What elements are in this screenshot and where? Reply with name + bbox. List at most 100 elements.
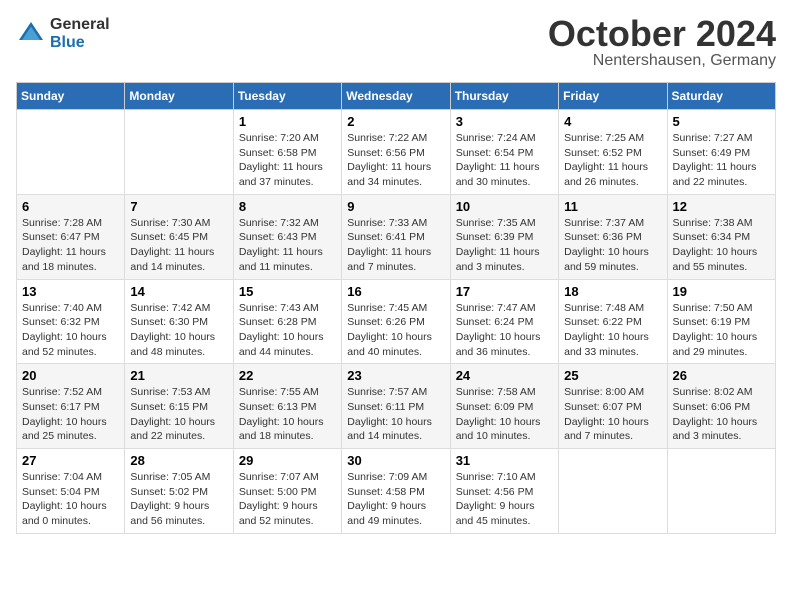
day-detail: Sunrise: 7:57 AM Sunset: 6:11 PM Dayligh… xyxy=(347,385,444,444)
day-detail: Sunrise: 7:52 AM Sunset: 6:17 PM Dayligh… xyxy=(22,385,119,444)
day-number: 19 xyxy=(673,284,770,299)
day-number: 18 xyxy=(564,284,661,299)
weekday-header: Monday xyxy=(125,83,233,110)
day-number: 26 xyxy=(673,368,770,383)
calendar-week-row: 6 Sunrise: 7:28 AM Sunset: 6:47 PM Daylig… xyxy=(17,194,776,279)
day-number: 30 xyxy=(347,453,444,468)
day-detail: Sunrise: 7:48 AM Sunset: 6:22 PM Dayligh… xyxy=(564,301,661,360)
day-detail: Sunrise: 8:00 AM Sunset: 6:07 PM Dayligh… xyxy=(564,385,661,444)
calendar-cell: 20Sunrise: 7:52 AM Sunset: 6:17 PM Dayli… xyxy=(17,364,125,449)
calendar-cell: 3Sunrise: 7:24 AM Sunset: 6:54 PM Daylig… xyxy=(450,110,558,195)
title-block: October 2024 Nentershausen, Germany xyxy=(548,16,776,70)
day-detail: Sunrise: 7:37 AM Sunset: 6:36 PM Dayligh… xyxy=(564,216,661,275)
day-detail: Sunrise: 7:47 AM Sunset: 6:24 PM Dayligh… xyxy=(456,301,553,360)
day-detail: Sunrise: 7:45 AM Sunset: 6:26 PM Dayligh… xyxy=(347,301,444,360)
day-detail: Sunrise: 7:09 AM Sunset: 4:58 PM Dayligh… xyxy=(347,470,444,529)
day-detail: Sunrise: 7:28 AM Sunset: 6:47 PM Dayligh… xyxy=(22,216,119,275)
calendar-cell: 19 Sunrise: 7:50 AM Sunset: 6:19 PM Dayli… xyxy=(667,279,775,364)
calendar-cell: 7Sunrise: 7:30 AM Sunset: 6:45 PM Daylig… xyxy=(125,194,233,279)
day-detail: Sunrise: 7:04 AM Sunset: 5:04 PM Dayligh… xyxy=(22,470,119,529)
day-number: 14 xyxy=(130,284,227,299)
calendar-week-row: 27 Sunrise: 7:04 AM Sunset: 5:04 PM Dayli… xyxy=(17,449,776,534)
calendar-cell: 27 Sunrise: 7:04 AM Sunset: 5:04 PM Dayli… xyxy=(17,449,125,534)
calendar-subtitle: Nentershausen, Germany xyxy=(548,52,776,70)
day-number: 11 xyxy=(564,199,661,214)
day-detail: Sunrise: 7:22 AM Sunset: 6:56 PM Dayligh… xyxy=(347,131,444,190)
page-header: General Blue October 2024 Nentershausen,… xyxy=(16,16,776,70)
day-detail: Sunrise: 7:55 AM Sunset: 6:13 PM Dayligh… xyxy=(239,385,336,444)
day-number: 6 xyxy=(22,199,119,214)
day-number: 2 xyxy=(347,114,444,129)
day-number: 4 xyxy=(564,114,661,129)
calendar-cell: 22 Sunrise: 7:55 AM Sunset: 6:13 PM Dayli… xyxy=(233,364,341,449)
day-detail: Sunrise: 7:27 AM Sunset: 6:49 PM Dayligh… xyxy=(673,131,770,190)
weekday-header: Friday xyxy=(559,83,667,110)
calendar-cell: 23 Sunrise: 7:57 AM Sunset: 6:11 PM Dayli… xyxy=(342,364,450,449)
logo-general: General xyxy=(50,16,110,34)
day-number: 27 xyxy=(22,453,119,468)
calendar-cell: 5 Sunrise: 7:27 AM Sunset: 6:49 PM Daylig… xyxy=(667,110,775,195)
day-number: 1 xyxy=(239,114,336,129)
logo: General Blue xyxy=(16,16,110,51)
calendar-cell: 29 Sunrise: 7:07 AM Sunset: 5:00 PM Dayli… xyxy=(233,449,341,534)
day-detail: Sunrise: 7:05 AM Sunset: 5:02 PM Dayligh… xyxy=(130,470,227,529)
day-detail: Sunrise: 7:38 AM Sunset: 6:34 PM Dayligh… xyxy=(673,216,770,275)
calendar-cell: 4 Sunrise: 7:25 AM Sunset: 6:52 PM Daylig… xyxy=(559,110,667,195)
day-number: 29 xyxy=(239,453,336,468)
weekday-header: Sunday xyxy=(17,83,125,110)
day-number: 8 xyxy=(239,199,336,214)
day-detail: Sunrise: 7:07 AM Sunset: 5:00 PM Dayligh… xyxy=(239,470,336,529)
calendar-cell: 17 Sunrise: 7:47 AM Sunset: 6:24 PM Dayli… xyxy=(450,279,558,364)
day-number: 23 xyxy=(347,368,444,383)
day-number: 7 xyxy=(130,199,227,214)
day-detail: Sunrise: 7:20 AM Sunset: 6:58 PM Dayligh… xyxy=(239,131,336,190)
calendar-cell: 6 Sunrise: 7:28 AM Sunset: 6:47 PM Daylig… xyxy=(17,194,125,279)
day-number: 15 xyxy=(239,284,336,299)
day-detail: Sunrise: 7:43 AM Sunset: 6:28 PM Dayligh… xyxy=(239,301,336,360)
calendar-body: 1 Sunrise: 7:20 AM Sunset: 6:58 PM Daylig… xyxy=(17,110,776,534)
day-number: 24 xyxy=(456,368,553,383)
day-number: 22 xyxy=(239,368,336,383)
calendar-week-row: 13 Sunrise: 7:40 AM Sunset: 6:32 PM Dayli… xyxy=(17,279,776,364)
day-detail: Sunrise: 7:40 AM Sunset: 6:32 PM Dayligh… xyxy=(22,301,119,360)
calendar-week-row: 20Sunrise: 7:52 AM Sunset: 6:17 PM Dayli… xyxy=(17,364,776,449)
calendar-cell: 16Sunrise: 7:45 AM Sunset: 6:26 PM Dayli… xyxy=(342,279,450,364)
weekday-header: Tuesday xyxy=(233,83,341,110)
calendar-cell: 1 Sunrise: 7:20 AM Sunset: 6:58 PM Daylig… xyxy=(233,110,341,195)
day-number: 13 xyxy=(22,284,119,299)
day-number: 5 xyxy=(673,114,770,129)
day-detail: Sunrise: 8:02 AM Sunset: 6:06 PM Dayligh… xyxy=(673,385,770,444)
calendar-cell xyxy=(17,110,125,195)
calendar-cell: 18 Sunrise: 7:48 AM Sunset: 6:22 PM Dayli… xyxy=(559,279,667,364)
day-detail: Sunrise: 7:50 AM Sunset: 6:19 PM Dayligh… xyxy=(673,301,770,360)
weekday-header: Thursday xyxy=(450,83,558,110)
day-detail: Sunrise: 7:25 AM Sunset: 6:52 PM Dayligh… xyxy=(564,131,661,190)
logo-text: General Blue xyxy=(50,16,110,51)
calendar-cell: 10Sunrise: 7:35 AM Sunset: 6:39 PM Dayli… xyxy=(450,194,558,279)
calendar-cell: 15 Sunrise: 7:43 AM Sunset: 6:28 PM Dayli… xyxy=(233,279,341,364)
calendar-cell xyxy=(559,449,667,534)
calendar-cell: 26 Sunrise: 8:02 AM Sunset: 6:06 PM Dayli… xyxy=(667,364,775,449)
calendar-cell: 21Sunrise: 7:53 AM Sunset: 6:15 PM Dayli… xyxy=(125,364,233,449)
day-detail: Sunrise: 7:58 AM Sunset: 6:09 PM Dayligh… xyxy=(456,385,553,444)
day-number: 9 xyxy=(347,199,444,214)
calendar-cell: 30 Sunrise: 7:09 AM Sunset: 4:58 PM Dayli… xyxy=(342,449,450,534)
weekday-header: Wednesday xyxy=(342,83,450,110)
day-number: 21 xyxy=(130,368,227,383)
calendar-cell: 2 Sunrise: 7:22 AM Sunset: 6:56 PM Daylig… xyxy=(342,110,450,195)
calendar-cell xyxy=(667,449,775,534)
day-number: 28 xyxy=(130,453,227,468)
weekday-header: Saturday xyxy=(667,83,775,110)
day-number: 12 xyxy=(673,199,770,214)
day-detail: Sunrise: 7:42 AM Sunset: 6:30 PM Dayligh… xyxy=(130,301,227,360)
calendar-header: SundayMondayTuesdayWednesdayThursdayFrid… xyxy=(17,83,776,110)
day-detail: Sunrise: 7:32 AM Sunset: 6:43 PM Dayligh… xyxy=(239,216,336,275)
weekday-row: SundayMondayTuesdayWednesdayThursdayFrid… xyxy=(17,83,776,110)
calendar-cell: 9Sunrise: 7:33 AM Sunset: 6:41 PM Daylig… xyxy=(342,194,450,279)
day-number: 17 xyxy=(456,284,553,299)
calendar-title: October 2024 xyxy=(548,16,776,52)
day-detail: Sunrise: 7:24 AM Sunset: 6:54 PM Dayligh… xyxy=(456,131,553,190)
calendar-cell: 14 Sunrise: 7:42 AM Sunset: 6:30 PM Dayli… xyxy=(125,279,233,364)
day-detail: Sunrise: 7:10 AM Sunset: 4:56 PM Dayligh… xyxy=(456,470,553,529)
calendar-week-row: 1 Sunrise: 7:20 AM Sunset: 6:58 PM Daylig… xyxy=(17,110,776,195)
